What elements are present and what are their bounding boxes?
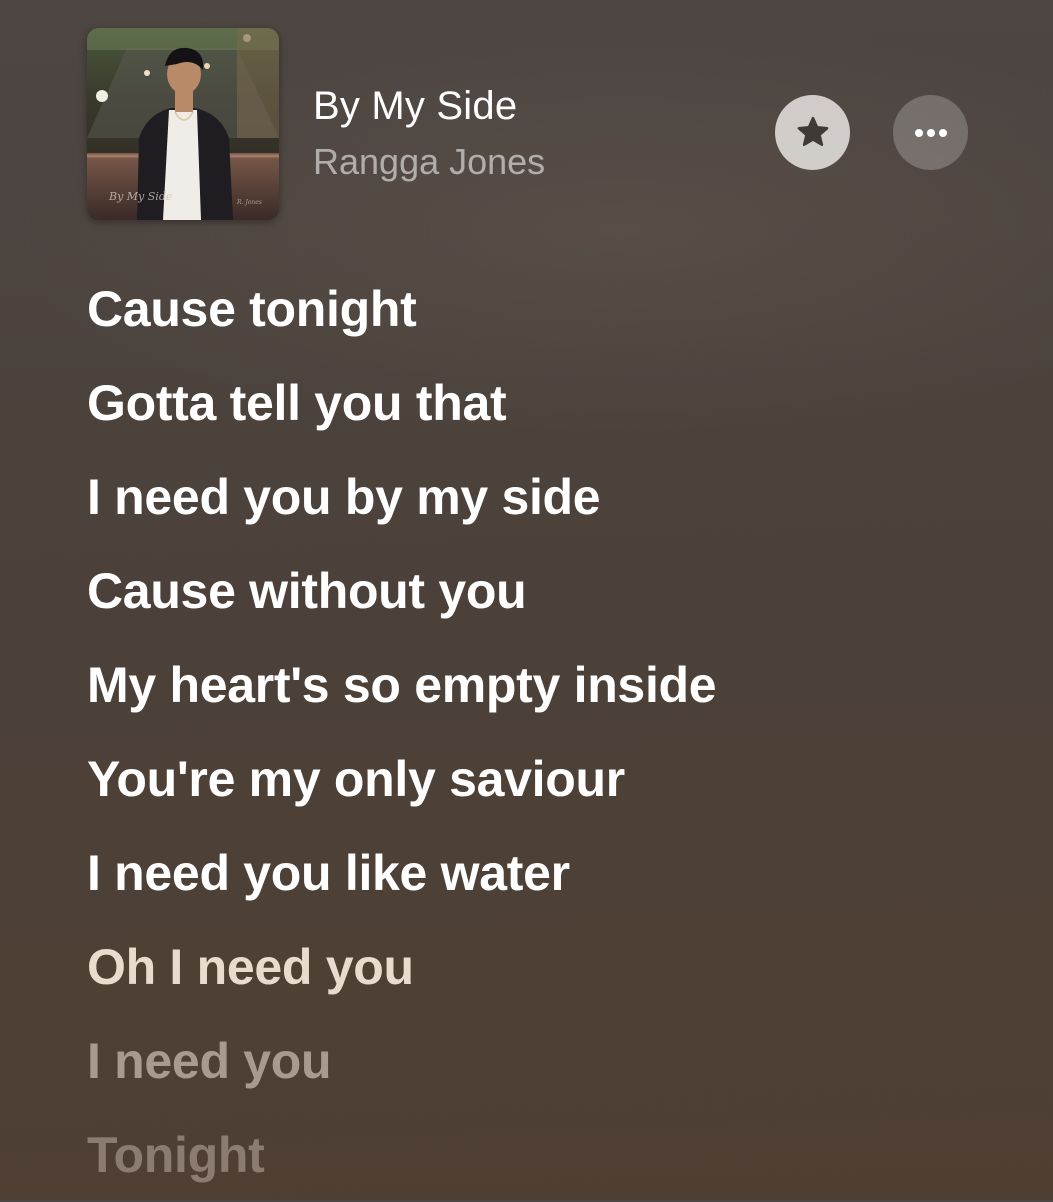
lyric-line[interactable]: I need you like water [87,826,1027,920]
star-icon [797,116,828,146]
svg-text:By My Side: By My Side [108,190,173,203]
lyric-line[interactable]: I need you [87,1014,1027,1108]
album-artwork[interactable]: By My Side R. Jones [87,28,279,220]
lyric-line[interactable]: Oh I need you [87,920,1027,1014]
lyric-line[interactable]: Gotta tell you that [87,356,1027,450]
lyric-line[interactable]: My heart's so empty inside [87,638,1027,732]
lyric-line[interactable]: Cause tonight [87,262,1027,356]
favorite-button[interactable] [775,95,850,170]
track-info[interactable]: By My Side Rangga Jones [313,82,753,184]
lyric-line[interactable]: Tonight [87,1108,1027,1202]
lyric-line[interactable]: I need you by my side [87,450,1027,544]
now-playing-header: By My Side R. Jones By My Side Rangga Jo… [0,0,1053,240]
lyric-line[interactable]: You're my only saviour [87,732,1027,826]
lyric-line[interactable]: Cause without you [87,544,1027,638]
svg-text:R. Jones: R. Jones [236,199,262,206]
track-title[interactable]: By My Side [313,82,753,130]
album-artwork-image: By My Side R. Jones [87,28,279,220]
more-options-button[interactable] [893,95,968,170]
track-artist[interactable]: Rangga Jones [313,140,753,184]
ellipsis-icon [914,128,947,137]
lyrics-list: Cause tonight Gotta tell you that I need… [87,262,1027,1202]
